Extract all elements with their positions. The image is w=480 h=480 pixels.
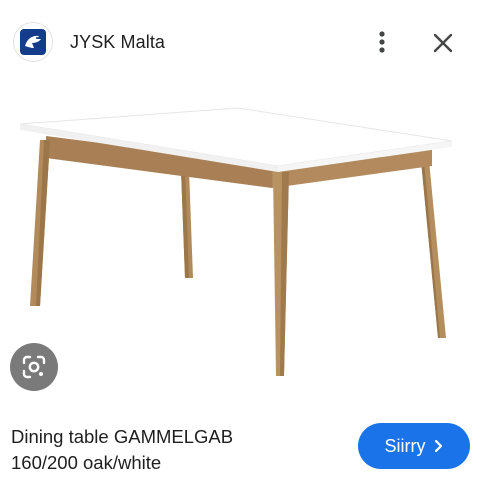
chevron-right-icon: [434, 439, 442, 453]
product-title-line1: Dining table GAMMELGAB: [11, 426, 234, 447]
header-bar: JYSK Malta: [0, 0, 480, 84]
site-name: JYSK Malta: [70, 32, 166, 52]
product-title-line2: 160/200 oak/white: [11, 452, 162, 473]
dining-table-image[interactable]: [0, 84, 480, 394]
more-options-button[interactable]: [366, 26, 398, 58]
jysk-bird-logo-icon: [20, 29, 46, 55]
close-button[interactable]: [426, 26, 460, 60]
site-logo[interactable]: [13, 22, 53, 62]
visit-button[interactable]: Siirry: [358, 423, 470, 469]
google-lens-icon: [22, 355, 46, 379]
visual-search-button[interactable]: [10, 343, 58, 391]
close-icon: [433, 33, 453, 53]
more-vert-icon: [379, 31, 385, 53]
product-title: Dining table GAMMELGAB 160/200 oak/white: [11, 424, 331, 476]
visit-button-label: Siirry: [384, 435, 426, 456]
